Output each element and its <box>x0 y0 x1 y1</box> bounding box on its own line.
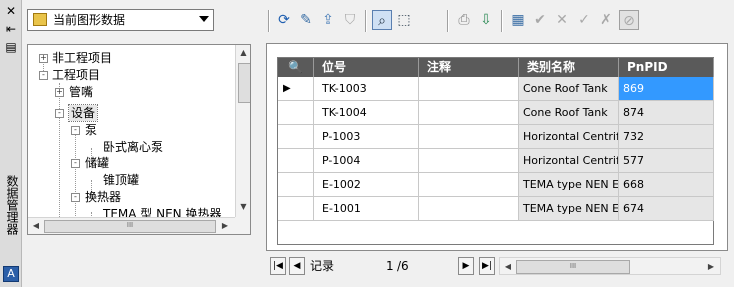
cell-tag[interactable]: P-1004 <box>314 149 419 173</box>
row-indicator[interactable] <box>278 101 314 125</box>
column-header-note[interactable]: 注释 <box>419 58 519 77</box>
column-header-pnpid[interactable]: PnPID <box>619 58 714 77</box>
cell-tag[interactable]: E-1001 <box>314 197 419 221</box>
scroll-thumb[interactable] <box>238 63 250 103</box>
scroll-right-icon[interactable]: ▶ <box>706 262 716 272</box>
print-icon[interactable]: ⎙ <box>454 10 474 30</box>
cell-note[interactable] <box>419 149 519 173</box>
first-record-icon[interactable]: |◀ <box>270 257 286 275</box>
reject-icon[interactable]: ✕ <box>552 10 572 30</box>
zoom-icon[interactable]: ⌕ <box>372 10 392 30</box>
cell-class[interactable]: TEMA type NEN E... <box>519 173 619 197</box>
scroll-thumb[interactable]: III <box>516 260 630 274</box>
cell-pnpid[interactable]: 668 <box>619 173 714 197</box>
cell-note[interactable] <box>419 125 519 149</box>
cell-pnpid[interactable]: 869 <box>619 77 714 101</box>
properties-button[interactable]: ▤ <box>4 40 18 54</box>
row-indicator[interactable] <box>278 149 314 173</box>
tree-node-pump[interactable]: 泵 <box>85 122 97 138</box>
tree-toggle-equipment[interactable]: - <box>55 109 64 118</box>
cell-class[interactable]: TEMA type NEN E... <box>519 197 619 221</box>
record-label: 记录 <box>310 259 335 273</box>
tree-node-heat-exchanger[interactable]: 换热器 <box>85 189 121 205</box>
drawing-icon <box>33 13 47 26</box>
cell-pnpid[interactable]: 674 <box>619 197 714 221</box>
import-icon[interactable]: ⇩ <box>476 10 496 30</box>
data-toolbar: ⟳ ✎ ⇪ ⛉ ⌕ ⬚ ⎙ ⇩ ▦ ✔ ✕ ✓ ✗ ⊘ <box>266 8 726 34</box>
tree-node-project[interactable]: 工程项目 <box>52 67 100 83</box>
total-records: /6 <box>397 259 409 273</box>
tree-node-nozzle[interactable]: 管嘴 <box>69 84 93 100</box>
tree-node-equipment[interactable]: 设备 <box>67 104 99 122</box>
tree-node-cone-roof-tank[interactable]: 锥顶罐 <box>103 172 139 188</box>
refresh-icon[interactable]: ⟳ <box>274 10 294 30</box>
cell-pnpid[interactable]: 732 <box>619 125 714 149</box>
tree-toggle-non-project[interactable]: + <box>39 54 48 63</box>
row-indicator[interactable] <box>278 197 314 221</box>
cell-note[interactable] <box>419 101 519 125</box>
scroll-right-icon[interactable]: ▶ <box>220 221 230 231</box>
accept-all-icon[interactable]: ✓ <box>574 10 594 30</box>
row-indicator[interactable] <box>278 125 314 149</box>
cell-pnpid[interactable]: 874 <box>619 101 714 125</box>
tree-horizontal-scrollbar[interactable]: ◀ III ▶ <box>28 217 235 234</box>
search-icon[interactable]: 🔍 <box>278 58 314 77</box>
tree-toggle-project[interactable]: - <box>39 71 48 80</box>
tree-vertical-scrollbar[interactable]: ▲ ▼ <box>235 45 250 217</box>
cell-note[interactable] <box>419 173 519 197</box>
grid-horizontal-scrollbar[interactable]: ◀ III ▶ <box>499 257 721 275</box>
tree-toggle-nozzle[interactable]: + <box>55 88 64 97</box>
tree-node-tank[interactable]: 储罐 <box>85 155 109 171</box>
chevron-down-icon[interactable] <box>199 16 209 22</box>
column-header-class[interactable]: 类别名称 <box>519 58 619 77</box>
scroll-left-icon[interactable]: ◀ <box>31 221 41 231</box>
data-source-value: 当前图形数据 <box>53 13 126 27</box>
data-grid[interactable]: 🔍 位号 注释 类别名称 PnPID ▶ TK-1003 Cone Roof T… <box>277 57 714 245</box>
app-logo-icon[interactable]: A <box>3 266 19 282</box>
last-record-icon[interactable]: ▶| <box>479 257 495 275</box>
tree-node-non-project[interactable]: 非工程项目 <box>52 50 112 66</box>
autohide-button[interactable]: ⇤ <box>4 22 18 36</box>
export-icon[interactable]: ⇪ <box>318 10 338 30</box>
close-button[interactable]: ✕ <box>4 4 18 18</box>
current-record[interactable]: 1 <box>386 257 394 275</box>
cell-tag[interactable]: TK-1003 <box>314 77 419 101</box>
scroll-up-icon[interactable]: ▲ <box>239 48 248 58</box>
palette-title: 数据管理器 <box>5 175 19 235</box>
column-header-tag[interactable]: 位号 <box>314 58 419 77</box>
view-icon[interactable]: ▦ <box>508 10 528 30</box>
accept-icon[interactable]: ✔ <box>530 10 550 30</box>
reject-all-icon[interactable]: ✗ <box>596 10 616 30</box>
scroll-thumb[interactable]: III <box>44 220 216 233</box>
next-record-icon[interactable]: ▶ <box>458 257 474 275</box>
tree-node-horizontal-pump[interactable]: 卧式离心泵 <box>103 139 163 155</box>
previous-record-icon[interactable]: ◀ <box>289 257 305 275</box>
cell-tag[interactable]: E-1002 <box>314 173 419 197</box>
scroll-down-icon[interactable]: ▼ <box>239 202 248 212</box>
scroll-left-icon[interactable]: ◀ <box>503 262 513 272</box>
tree-toggle-pump[interactable]: - <box>71 126 80 135</box>
tree-toggle-tank[interactable]: - <box>71 159 80 168</box>
cell-note[interactable] <box>419 77 519 101</box>
filter-icon[interactable]: ⛉ <box>340 10 360 30</box>
palette-title-bar: ✕ ⇤ ▤ 数据管理器 A <box>0 0 22 287</box>
cell-class[interactable]: Horizontal Centrif... <box>519 125 619 149</box>
edit-icon[interactable]: ✎ <box>296 10 316 30</box>
hide-icon[interactable]: ⊘ <box>619 10 639 30</box>
tree-toggle-heat-exchanger[interactable]: - <box>71 193 80 202</box>
cell-class[interactable]: Horizontal Centrif... <box>519 149 619 173</box>
record-navigator: |◀ ◀ 记录 1 /6 ▶ ▶| ◀ III ▶ <box>266 255 726 277</box>
class-tree[interactable]: + 非工程项目 - 工程项目 + 管嘴 - 设备 - 泵 卧式离心泵 - 储罐 … <box>27 44 251 235</box>
cell-tag[interactable]: TK-1004 <box>314 101 419 125</box>
data-source-dropdown[interactable]: 当前图形数据 <box>27 9 214 31</box>
row-indicator[interactable]: ▶ <box>278 77 314 101</box>
cell-pnpid[interactable]: 577 <box>619 149 714 173</box>
cell-class[interactable]: Cone Roof Tank <box>519 77 619 101</box>
row-indicator[interactable] <box>278 173 314 197</box>
cell-class[interactable]: Cone Roof Tank <box>519 101 619 125</box>
cell-tag[interactable]: P-1003 <box>314 125 419 149</box>
select-icon[interactable]: ⬚ <box>394 10 414 30</box>
cell-note[interactable] <box>419 197 519 221</box>
